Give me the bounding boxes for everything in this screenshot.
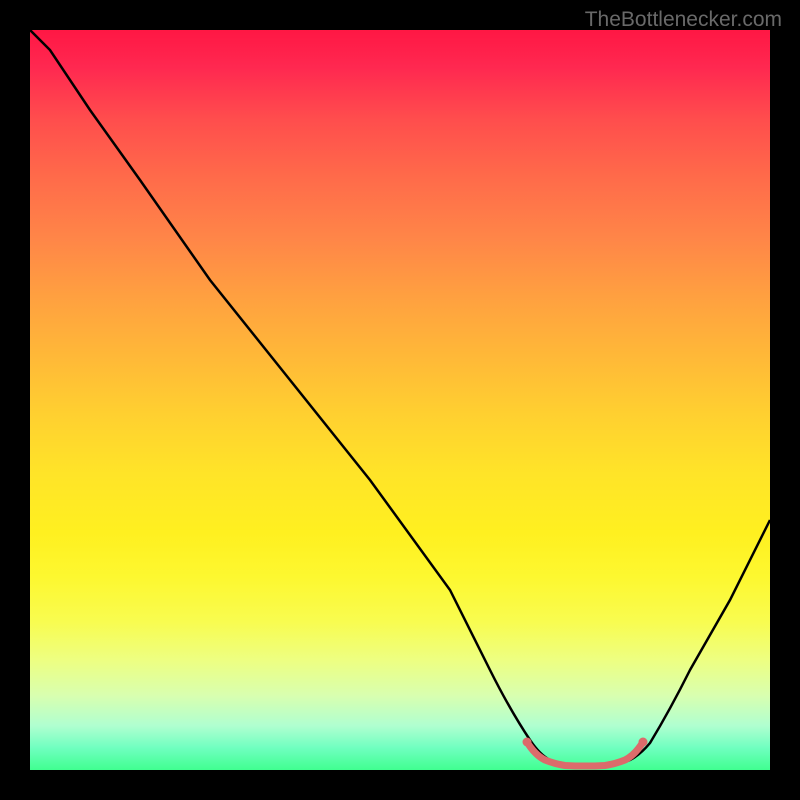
highlight-mid-dot-1 <box>557 761 563 767</box>
highlight-mid-dot-3 <box>607 761 613 767</box>
chart-container <box>30 30 770 770</box>
highlight-start-dot <box>523 738 532 747</box>
optimal-range-highlight <box>527 742 643 766</box>
bottleneck-curve <box>30 30 770 766</box>
watermark-text: TheBottlenecker.com <box>585 8 782 32</box>
chart-svg <box>30 30 770 770</box>
highlight-mid-dot-2 <box>582 763 588 769</box>
highlight-end-dot <box>639 738 648 747</box>
